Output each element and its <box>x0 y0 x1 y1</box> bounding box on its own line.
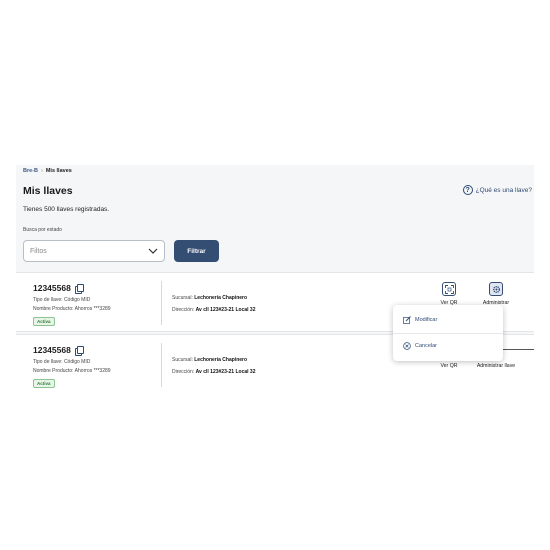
address-info: Dirección: Av cll 123#23-21 Local 32 <box>172 369 255 375</box>
menu-item-modify-label: Modificar <box>415 317 438 323</box>
branch-label: Sucursal: <box>172 357 193 363</box>
branch-label: Sucursal: <box>172 295 193 301</box>
branch-value: Lechonería Chapinero <box>194 295 248 301</box>
address-info: Dirección: Av cll 123#23-21 Local 32 <box>172 307 255 313</box>
key-count-text: Tienes 500 llaves registradas. <box>23 206 110 213</box>
breadcrumb: Bre-B › Mis llaves <box>23 168 72 174</box>
filter-button[interactable]: Filtrar <box>174 240 219 262</box>
manage-key-button[interactable]: Administrar llave <box>476 363 516 370</box>
status-badge: Activa <box>33 317 55 326</box>
breadcrumb-current: Mis llaves <box>45 168 72 174</box>
question-icon: ? <box>462 185 473 195</box>
connector-line <box>503 349 534 350</box>
menu-divider <box>393 333 503 334</box>
breadcrumb-separator: › <box>40 168 43 174</box>
manage-key-label: Administrar llave <box>476 363 516 369</box>
cancel-circle-icon <box>403 342 411 350</box>
help-link-label: ¿Qué es una llave? <box>475 186 532 194</box>
menu-item-cancel-label: Cancelar <box>415 343 438 349</box>
view-qr-button[interactable]: Ver QR <box>429 363 469 370</box>
card-divider <box>161 343 162 387</box>
copy-icon[interactable] <box>74 284 84 294</box>
card-divider <box>161 281 162 325</box>
key-id-value: 12345568 <box>33 345 71 355</box>
address-label: Dirección: <box>172 307 195 313</box>
key-id-value: 12345568 <box>33 283 71 293</box>
copy-icon[interactable] <box>74 346 84 356</box>
key-id: 12345568 <box>33 345 84 356</box>
status-badge: Activa <box>33 379 55 388</box>
menu-item-modify[interactable]: Modificar <box>403 316 437 324</box>
product-name: Nombre Producto: Ahorros ***3289 <box>33 368 111 374</box>
view-qr-label: Ver QR <box>440 363 458 369</box>
branch-info: Sucursal: Lechonería Chapinero <box>172 357 247 363</box>
product-name: Nombre Producto: Ahorros ***3289 <box>33 306 111 312</box>
branch-info: Sucursal: Lechonería Chapinero <box>172 295 247 301</box>
status-filter-select[interactable]: Filtos <box>23 240 165 262</box>
qr-icon <box>442 282 456 296</box>
page-title: Mis llaves <box>23 185 73 197</box>
branch-value: Lechonería Chapinero <box>194 357 248 363</box>
edit-icon <box>403 316 411 324</box>
key-type: Tipo de llave: Código MID <box>33 359 91 365</box>
filter-label: Busca por estado <box>23 227 62 233</box>
manage-key-button[interactable]: Administrar <box>476 282 516 307</box>
breadcrumb-root-link[interactable]: Bre-B <box>23 168 38 174</box>
app-container: Bre-B › Mis llaves Mis llaves ? ¿Qué es … <box>16 165 534 390</box>
chevron-down-icon <box>148 248 158 254</box>
key-type: Tipo de llave: Código MID <box>33 297 91 303</box>
key-id: 12345568 <box>33 283 84 294</box>
menu-item-cancel[interactable]: Cancelar <box>403 342 437 350</box>
filter-select-value: Filtos <box>30 247 47 255</box>
help-link[interactable]: ? ¿Qué es una llave? <box>462 185 532 195</box>
gear-icon <box>489 282 503 296</box>
address-value: Av cll 123#23-21 Local 32 <box>195 307 256 313</box>
manage-key-menu: Modificar Cancelar <box>393 305 503 361</box>
view-qr-button[interactable]: Ver QR <box>429 282 469 307</box>
address-value: Av cll 123#23-21 Local 32 <box>195 369 256 375</box>
address-label: Dirección: <box>172 369 195 375</box>
